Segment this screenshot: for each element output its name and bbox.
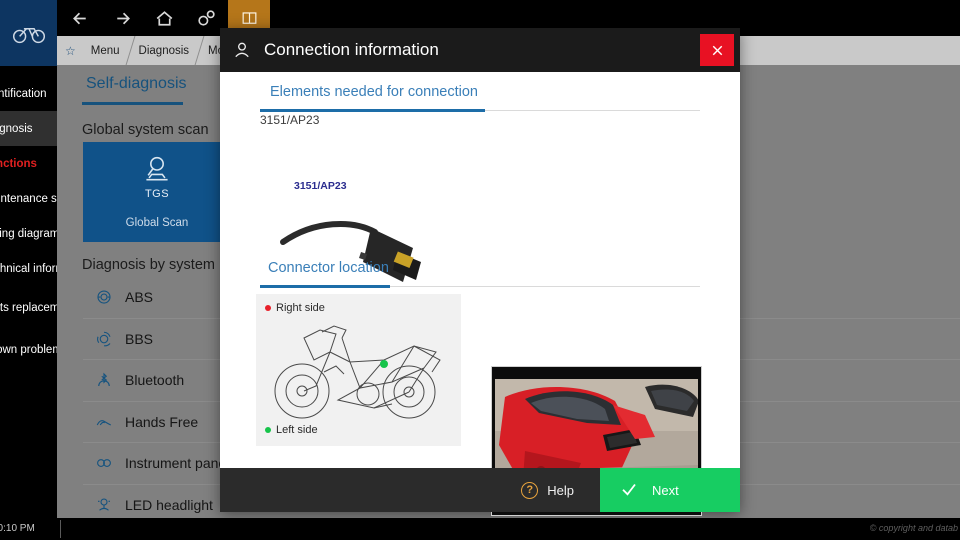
dialog-footer: ? Help Next — [220, 468, 740, 512]
left-rail: Identification Diagnosis Functions Maint… — [0, 0, 57, 540]
sidebar-item-maintenance-service[interactable]: Maintenance service — [0, 181, 57, 216]
sidebar-item-label: Wiring diagrams — [0, 227, 57, 240]
sidebar-item-diagnosis[interactable]: Diagnosis — [0, 111, 57, 146]
list-item-label: Hands Free — [125, 413, 199, 430]
sidebar-item-identification[interactable]: Identification — [0, 76, 57, 111]
tab-divider — [260, 285, 700, 288]
arrow-left-icon[interactable] — [69, 7, 92, 30]
page-title: Connection information — [264, 40, 439, 59]
sidebar-item-label: Identification — [0, 87, 47, 100]
question-mark-icon: ? — [521, 481, 539, 499]
star-icon[interactable]: ☆ — [57, 44, 82, 58]
status-bar: 00:10 PM © copyright and datab — [0, 518, 960, 540]
next-button[interactable]: Next — [600, 468, 740, 512]
magnifier-scan-icon — [135, 155, 179, 190]
divider — [60, 520, 61, 538]
right-side-dot — [265, 305, 271, 311]
bluetooth-icon — [83, 371, 125, 389]
global-scan-label: Global Scan — [125, 217, 189, 229]
led-headlight-icon — [83, 496, 125, 514]
breadcrumb-item-diagnosis[interactable]: Diagnosis — [130, 36, 200, 65]
clock: 00:10 PM — [0, 523, 35, 534]
sidebar-item-label: Maintenance service — [0, 192, 57, 205]
global-scan-card[interactable]: TGS Global Scan — [83, 142, 231, 242]
list-item-label: Instrument panel — [125, 455, 230, 472]
right-side-label: Right side — [265, 302, 325, 314]
user-icon — [220, 40, 264, 60]
part-code-overlay-label: 3151/AP23 — [294, 180, 347, 192]
home-icon[interactable] — [153, 7, 176, 30]
hands-free-icon — [83, 413, 125, 431]
application-window: Identification Diagnosis Functions Maint… — [0, 0, 960, 540]
list-item-label: LED headlight — [125, 496, 213, 513]
breadcrumb-label: Menu — [90, 44, 120, 57]
arrow-right-icon[interactable] — [111, 7, 134, 30]
sidebar-item-parts-replacement[interactable]: Parts replacement — [0, 286, 57, 332]
global-system-scan-title: Global system scan — [82, 122, 209, 138]
list-item-label: Bluetooth — [125, 372, 185, 389]
close-icon[interactable] — [700, 34, 734, 66]
sidebar-item-functions[interactable]: Functions — [0, 146, 57, 181]
tab-underline — [82, 102, 183, 105]
sidebar-item-label: Diagnosis — [0, 122, 33, 135]
sidebar-item-known-problems[interactable]: Known problems — [0, 332, 57, 367]
tab-connector-location[interactable]: Connector location — [268, 260, 389, 276]
motorcycle-line-drawing — [264, 316, 454, 429]
sidebar-item-label: Known problems — [0, 343, 57, 356]
sidebar-item-wiring-diagrams[interactable]: Wiring diagrams — [0, 216, 57, 251]
list-item-label: ABS — [125, 289, 154, 306]
copyright-text: © copyright and datab — [869, 523, 958, 533]
connection-information-dialog: Connection information Elements needed f… — [220, 28, 740, 516]
connector-location-panel: Right side Left side — [256, 294, 461, 446]
help-label: Help — [547, 482, 574, 498]
tab-self-diagnosis[interactable]: Self-diagnosis — [86, 75, 187, 93]
sidebar-item-technical-information[interactable]: Technical information — [0, 251, 57, 286]
check-icon — [620, 480, 638, 501]
dialog-title-bar: Connection information — [220, 28, 740, 72]
breadcrumb-item-menu[interactable]: Menu — [82, 36, 130, 65]
instrument-panel-icon — [83, 454, 125, 472]
abs-icon — [83, 288, 125, 306]
dialog-body: Elements needed for connection 3151/AP23… — [220, 72, 740, 516]
sidebar-item-label: Functions — [0, 157, 37, 170]
tab-divider — [260, 109, 700, 112]
rail-menu: Identification Diagnosis Functions Maint… — [0, 66, 57, 367]
tab-elements-needed[interactable]: Elements needed for connection — [270, 84, 478, 100]
list-item-label: BBS — [125, 330, 154, 347]
sidebar-item-label: Parts replacement — [0, 302, 57, 315]
sidebar-item-label: Technical information — [0, 262, 57, 275]
tgs-badge: TGS — [144, 188, 170, 200]
gears-icon[interactable] — [195, 7, 218, 30]
bbs-icon — [83, 330, 125, 348]
obd-connector-cable-image — [275, 200, 475, 290]
help-button[interactable]: ? Help — [495, 468, 600, 512]
diagnosis-by-system-title: Diagnosis by system — [82, 257, 215, 273]
next-label: Next — [652, 482, 679, 498]
part-code-label: 3151/AP23 — [260, 113, 320, 127]
motorcycle-icon[interactable] — [0, 0, 57, 66]
breadcrumb-label: Diagnosis — [138, 44, 190, 57]
